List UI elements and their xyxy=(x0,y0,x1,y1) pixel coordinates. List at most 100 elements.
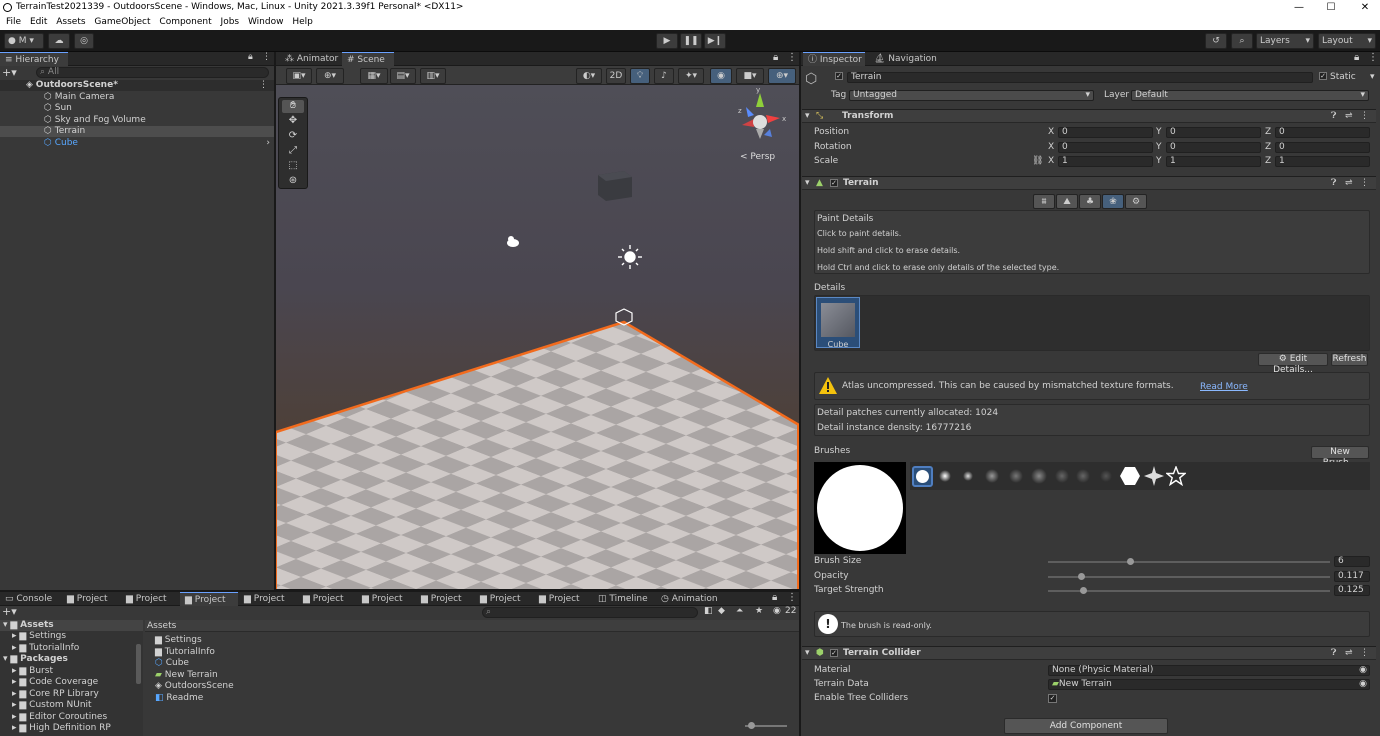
effects-icon[interactable]: ✦▾ xyxy=(678,68,704,84)
brush-size-field[interactable]: 6 xyxy=(1334,556,1370,567)
tab-scene[interactable]: # Scene xyxy=(342,52,394,66)
asset-new-terrain[interactable]: ▰ New Terrain xyxy=(155,670,218,681)
hierarchy-item-sky-fog[interactable]: ⬡ Sky and Fog Volume xyxy=(0,115,274,126)
tag-dropdown[interactable]: Untagged ▾ xyxy=(849,90,1094,101)
tab-project-3[interactable]: ▆ Project xyxy=(180,592,238,606)
tree-custom-nunit[interactable]: ▸ ▆ Custom NUnit xyxy=(0,700,92,711)
lock-icon[interactable]: 🔒︎ xyxy=(1354,52,1359,63)
tree-code-coverage[interactable]: ▸ ▆ Code Coverage xyxy=(0,677,98,688)
tab-project-5[interactable]: ▆ Project xyxy=(298,592,356,606)
tab-project-7[interactable]: ▆ Project xyxy=(416,592,474,606)
collab-icon[interactable]: ◎ xyxy=(74,33,94,49)
chevron-down-icon[interactable]: ▾ xyxy=(1370,72,1375,83)
hierarchy-search-input[interactable]: ⌕ All xyxy=(36,67,269,78)
detail-item-cube[interactable]: Cube xyxy=(816,297,860,349)
brush-soft-circle[interactable] xyxy=(939,470,951,482)
sun-light-icon[interactable] xyxy=(618,245,642,269)
move-tool-icon[interactable]: ✥ xyxy=(282,115,304,128)
menu-help[interactable]: Help xyxy=(292,15,313,30)
lock-icon[interactable]: 🔒︎ xyxy=(248,52,253,62)
presets-icon[interactable]: ⇌ xyxy=(1345,178,1353,189)
brush-noise[interactable] xyxy=(985,469,999,483)
target-strength-slider[interactable] xyxy=(1048,590,1330,592)
tree-scrollbar[interactable] xyxy=(136,644,141,684)
tab-project-1[interactable]: ▆ Project xyxy=(62,592,120,606)
kebab-menu-icon[interactable]: ⋮ xyxy=(1360,111,1369,122)
brush-size-slider[interactable] xyxy=(1048,561,1330,563)
brush-leaf[interactable] xyxy=(1076,469,1090,483)
hierarchy-item-terrain[interactable]: ⬡ Terrain xyxy=(0,126,274,137)
tab-animator[interactable]: ⁂ Animator xyxy=(280,52,340,66)
presets-icon[interactable]: ⇌ xyxy=(1345,111,1353,122)
asset-outdoorsscene[interactable]: ◈ OutdoorsScene xyxy=(155,681,234,692)
menu-assets[interactable]: Assets xyxy=(56,15,85,30)
scene-root-row[interactable]: ◈ OutdoorsScene* ⋮ xyxy=(0,80,274,91)
gizmos-icon[interactable]: ⊕▾ xyxy=(768,68,796,84)
scale-x-field[interactable]: 1 xyxy=(1058,156,1153,167)
project-search-input[interactable]: ⌕ xyxy=(482,607,698,618)
audio-icon[interactable]: ♪ xyxy=(654,68,674,84)
grid-snap-icon[interactable]: ▦▾ xyxy=(360,68,388,84)
cloud-icon[interactable]: ☁ xyxy=(48,33,70,49)
perspective-label[interactable]: < Persp xyxy=(740,152,775,162)
transform-header[interactable]: ▾ ⤡ Transform ❓︎ ⇌ ⋮ xyxy=(802,109,1376,123)
rotation-z-field[interactable]: 0 xyxy=(1275,142,1370,153)
close-button[interactable]: ✕ xyxy=(1350,0,1380,15)
play-icon[interactable]: ▶ xyxy=(656,33,678,49)
tree-editor-coroutines[interactable]: ▸ ▆ Editor Coroutines xyxy=(0,712,107,723)
static-checkbox[interactable]: ✓ xyxy=(1319,72,1327,80)
help-icon[interactable]: ❓︎ xyxy=(1331,178,1336,189)
kebab-menu-icon[interactable]: ⋮ xyxy=(259,80,268,91)
opacity-slider[interactable] xyxy=(1048,576,1330,578)
target-strength-field[interactable]: 0.125 xyxy=(1334,585,1370,596)
brush-softer-circle[interactable] xyxy=(963,471,973,481)
menu-file[interactable]: File xyxy=(6,15,21,30)
icon-size-slider-knob[interactable] xyxy=(748,722,755,729)
terrain-header[interactable]: ▾ ▲ ✓ Terrain ❓︎ ⇌ ⋮ xyxy=(802,176,1376,190)
orientation-gizmo[interactable] xyxy=(742,93,780,139)
grid-icon[interactable]: ▥▾ xyxy=(420,68,446,84)
kebab-menu-icon[interactable]: ⋮ xyxy=(1360,178,1369,189)
hierarchy-item-sun[interactable]: ⬡ Sun xyxy=(0,103,274,114)
foldout-icon[interactable]: ▾ xyxy=(805,178,810,189)
rotate-tool-icon[interactable]: ⟳ xyxy=(282,130,304,143)
terrain-enabled-checkbox[interactable]: ✓ xyxy=(830,179,838,187)
tab-hierarchy[interactable]: ≡ Hierarchy xyxy=(0,52,68,66)
kebab-menu-icon[interactable]: ⋮ xyxy=(1368,52,1378,63)
menu-edit[interactable]: Edit xyxy=(30,15,47,30)
constrain-proportions-icon[interactable]: ⛓︎ xyxy=(1032,156,1043,167)
tree-tutorialinfo[interactable]: ▸ ▆ TutorialInfo xyxy=(0,643,79,654)
opacity-field[interactable]: 0.117 xyxy=(1334,571,1370,582)
add-icon[interactable]: +▾ xyxy=(2,606,17,617)
lighting-icon[interactable]: 💡︎ xyxy=(630,68,650,84)
edit-details-button[interactable]: ⚙ Edit Details... xyxy=(1258,353,1328,375)
tab-animation[interactable]: ◷ Animation xyxy=(656,592,724,606)
pause-icon[interactable]: ❚❚ xyxy=(680,33,702,49)
paint-trees-tool-icon[interactable]: ♣ xyxy=(1079,194,1101,209)
maximize-button[interactable]: ☐ xyxy=(1316,0,1346,15)
tab-project-6[interactable]: ▆ Project xyxy=(357,592,415,606)
menu-component[interactable]: Component xyxy=(159,15,211,30)
position-y-field[interactable]: 0 xyxy=(1166,127,1261,138)
asset-settings[interactable]: ▆ Settings xyxy=(155,635,202,646)
tab-inspector[interactable]: ⓘ Inspector xyxy=(803,52,865,66)
menu-window[interactable]: Window xyxy=(248,15,284,30)
asset-cube[interactable]: ⬡ Cube xyxy=(155,658,189,669)
tree-packages[interactable]: ▾ ▆ Packages xyxy=(0,654,68,665)
bookmark-icon[interactable]: ⏶ xyxy=(736,606,743,616)
lock-icon[interactable]: 🔒︎ xyxy=(773,52,778,63)
shading-mode-icon[interactable]: ◐▾ xyxy=(576,68,602,84)
rotation-x-field[interactable]: 0 xyxy=(1058,142,1153,153)
brush-pebbles[interactable] xyxy=(1100,470,1112,482)
layer-dropdown[interactable]: Default ▾ xyxy=(1131,90,1369,101)
active-checkbox[interactable]: ✓ xyxy=(835,72,843,80)
asset-readme[interactable]: ◧ Readme xyxy=(155,693,203,704)
scale-tool-icon[interactable]: ⤢ xyxy=(282,145,304,158)
hidden-objects-icon[interactable]: ◉ xyxy=(710,68,732,84)
filter-type-icon[interactable]: ◧ xyxy=(704,606,713,616)
tree-assets[interactable]: ▾ ▆ Assets xyxy=(0,620,143,631)
object-name-input[interactable]: Terrain xyxy=(847,72,1313,83)
terrain-settings-tool-icon[interactable]: ⚙ xyxy=(1125,194,1147,209)
kebab-menu-icon[interactable]: ⋮ xyxy=(787,592,797,603)
asset-tutorialinfo[interactable]: ▆ TutorialInfo xyxy=(155,647,215,658)
